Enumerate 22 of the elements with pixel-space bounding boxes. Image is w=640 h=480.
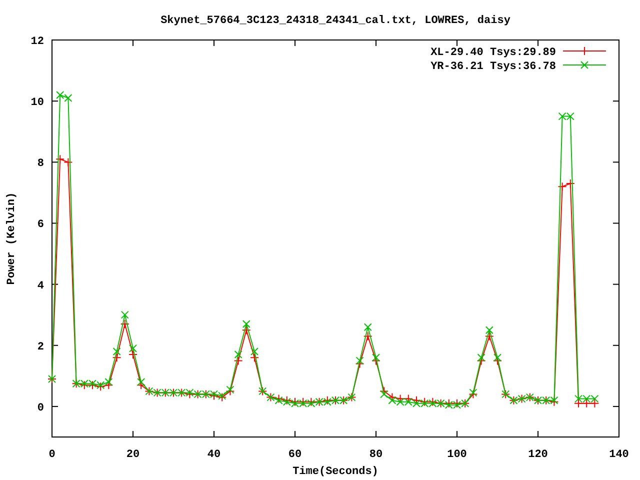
y-tick-label: 8 xyxy=(37,158,44,170)
chart-title: Skynet_57664_3C123_24318_24341_cal.txt, LOWRES, daisy xyxy=(160,15,510,27)
x-tick-label: 60 xyxy=(288,449,302,461)
legend-label: YR-36.21 Tsys:36.78 xyxy=(430,61,556,73)
x-axis-label: Time(Seconds) xyxy=(292,466,378,478)
y-tick-label: 4 xyxy=(37,280,44,292)
x-tick-label: 40 xyxy=(207,449,221,461)
y-axis-label: Power (Kelvin) xyxy=(6,192,18,285)
legend-line-sample xyxy=(562,61,606,69)
x-tick-label: 20 xyxy=(126,449,140,461)
y-tick-label: 6 xyxy=(37,219,44,232)
legend-label: XL-29.40 Tsys:29.89 xyxy=(430,47,556,59)
y-tick-label: 12 xyxy=(30,36,44,48)
x-tick-label: 140 xyxy=(609,449,629,461)
legend-line-sample xyxy=(562,47,606,55)
x-tick-label: 120 xyxy=(528,449,548,461)
y-tick-label: 2 xyxy=(37,341,44,354)
y-tick-label: 10 xyxy=(30,97,44,110)
x-tick-label: 80 xyxy=(369,449,383,461)
x-tick-label: 0 xyxy=(48,449,56,461)
y-tick-label: 0 xyxy=(37,402,44,414)
x-tick-label: 100 xyxy=(447,449,467,461)
